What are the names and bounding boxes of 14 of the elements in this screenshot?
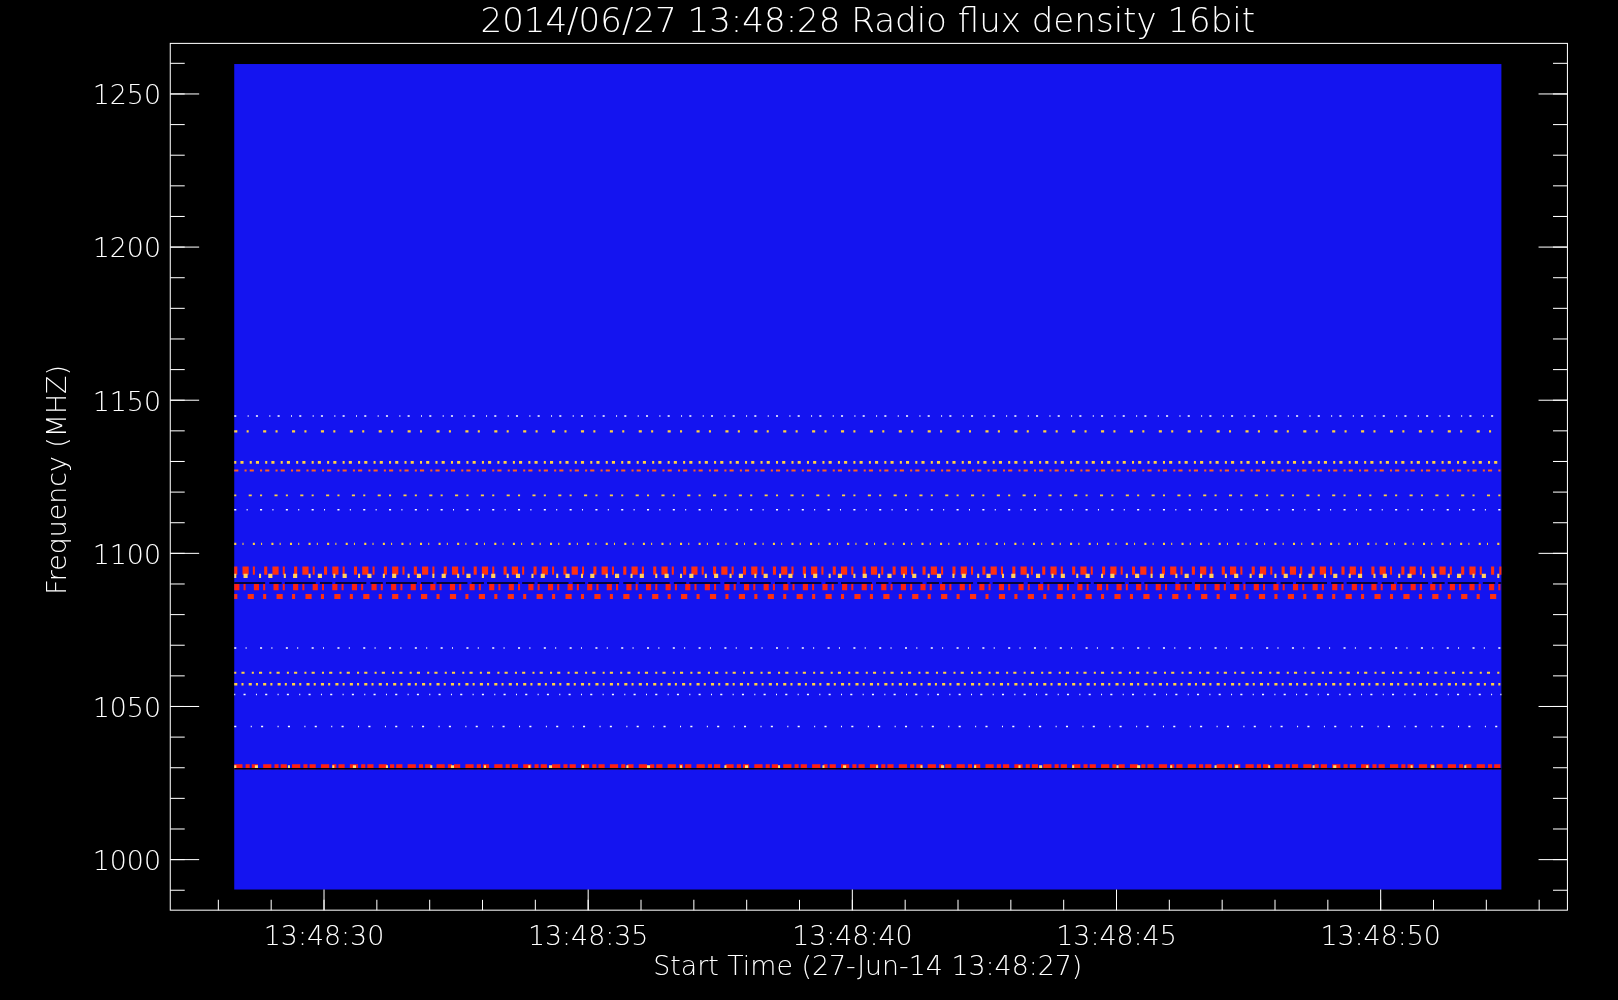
x-tick-label: 13:48:35 [527,920,649,952]
y-tick-label: 1200 [92,232,161,264]
x-axis-label: Start Time (27-Jun-14 13:48:27) [653,950,1083,982]
x-tick-label: 13:48:30 [263,920,385,952]
x-tick-label: 13:48:40 [792,920,913,952]
chart-title: 2014/06/27 13:48:28 Radio flux density 16bit [480,0,1256,41]
x-tick-label: 13:48:45 [1056,920,1177,952]
x-tick-label: 13:48:50 [1320,920,1441,952]
y-tick-label: 1050 [92,691,161,723]
y-tick-label: 1100 [92,538,161,570]
y-tick-label: 1150 [92,385,161,417]
y-tick-label: 1250 [92,79,161,111]
y-axis-label: Frequency (MHZ) [41,365,73,595]
y-tick-label: 1000 [92,844,161,876]
